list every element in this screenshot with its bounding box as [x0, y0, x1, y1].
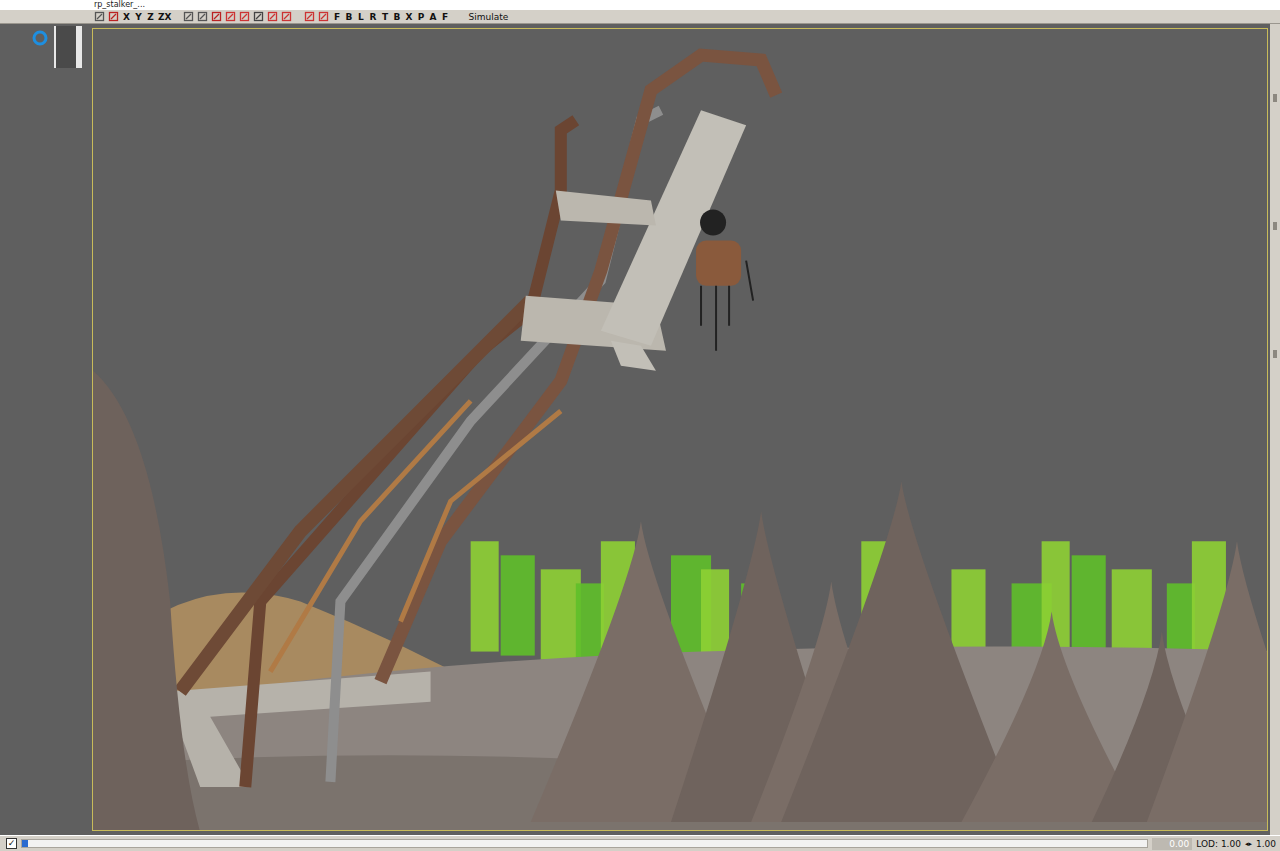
- scene-render: [93, 29, 1267, 830]
- transform-icon[interactable]: [211, 11, 222, 22]
- mode-button[interactable]: P: [416, 11, 425, 23]
- panel-divider: [54, 26, 82, 68]
- axis-button[interactable]: ZX: [158, 11, 171, 23]
- mode-button[interactable]: F: [440, 11, 449, 23]
- view-icon[interactable]: [304, 11, 315, 22]
- tool-icon[interactable]: [108, 11, 119, 22]
- view-button[interactable]: R: [368, 11, 377, 23]
- view-button[interactable]: B: [344, 11, 353, 23]
- circle-icon[interactable]: [30, 28, 50, 48]
- axis-button[interactable]: Z: [146, 11, 155, 23]
- viewport[interactable]: [92, 28, 1268, 831]
- axis-button[interactable]: X: [122, 11, 131, 23]
- view-button[interactable]: L: [356, 11, 365, 23]
- window-title: rp_stalker_...: [0, 0, 1280, 10]
- lod-label: LOD: 1.00: [1196, 838, 1241, 850]
- scale-field[interactable]: 1.00: [1256, 838, 1276, 850]
- status-checkbox[interactable]: ✓: [6, 838, 17, 849]
- transform-icon[interactable]: [183, 11, 194, 22]
- view-button[interactable]: B: [392, 11, 401, 23]
- transform-icon[interactable]: [225, 11, 236, 22]
- view-button[interactable]: X: [404, 11, 413, 23]
- transform-icon[interactable]: [253, 11, 264, 22]
- transform-icon[interactable]: [267, 11, 278, 22]
- simulate-button[interactable]: Simulate: [468, 11, 508, 23]
- status-bar: ✓ 0.00 LOD: 1.00 ◂▸ 1.00: [0, 835, 1280, 851]
- editor-window: rp_stalker_...XYZZXFBLRTBXPAFSimulate✓0.…: [0, 0, 1280, 851]
- transform-icon[interactable]: [197, 11, 208, 22]
- transform-icon[interactable]: [239, 11, 250, 22]
- time-field[interactable]: 0.00: [1152, 838, 1192, 850]
- scrollbar[interactable]: [1270, 24, 1280, 835]
- tool-icon[interactable]: [94, 11, 105, 22]
- toolbar: XYZZXFBLRTBXPAFSimulate: [0, 10, 1280, 24]
- axis-button[interactable]: Y: [134, 11, 143, 23]
- view-icon[interactable]: [318, 11, 329, 22]
- view-button[interactable]: T: [380, 11, 389, 23]
- spin-icon[interactable]: ◂▸: [1245, 838, 1252, 850]
- progress-bar: [21, 839, 1148, 848]
- transform-icon[interactable]: [281, 11, 292, 22]
- view-button[interactable]: F: [332, 11, 341, 23]
- mode-button[interactable]: A: [428, 11, 437, 23]
- left-panel: [0, 24, 92, 835]
